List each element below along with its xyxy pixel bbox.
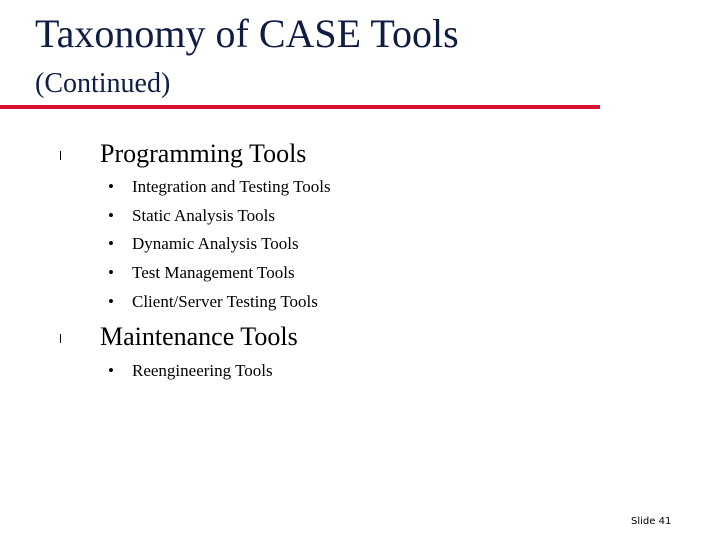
list-item-text: Reengineering Tools <box>132 361 273 380</box>
bullet-icon: • <box>108 177 114 196</box>
list-item-text: Client/Server Testing Tools <box>132 292 318 311</box>
list-item-text: Integration and Testing Tools <box>132 177 331 196</box>
level1-bullet-icon <box>60 334 61 343</box>
bullet-icon: • <box>108 263 114 282</box>
slide-title: Taxonomy of CASE Tools <box>35 11 459 56</box>
level1-bullet-icon <box>60 151 61 160</box>
list-item-text: Static Analysis Tools <box>132 206 276 225</box>
bullet-icon: • <box>108 361 114 380</box>
bullet-icon: • <box>108 234 114 253</box>
section-heading: Programming Tools <box>100 139 307 168</box>
list-item-text: Dynamic Analysis Tools <box>132 234 299 253</box>
title-divider <box>0 105 600 109</box>
list-item-text: Test Management Tools <box>132 263 295 282</box>
bullet-icon: • <box>108 206 114 225</box>
section-heading: Maintenance Tools <box>100 322 298 351</box>
bullet-icon: • <box>108 292 114 311</box>
slide-number: Slide 41 <box>631 516 672 527</box>
slide-subtitle: (Continued) <box>35 68 171 99</box>
